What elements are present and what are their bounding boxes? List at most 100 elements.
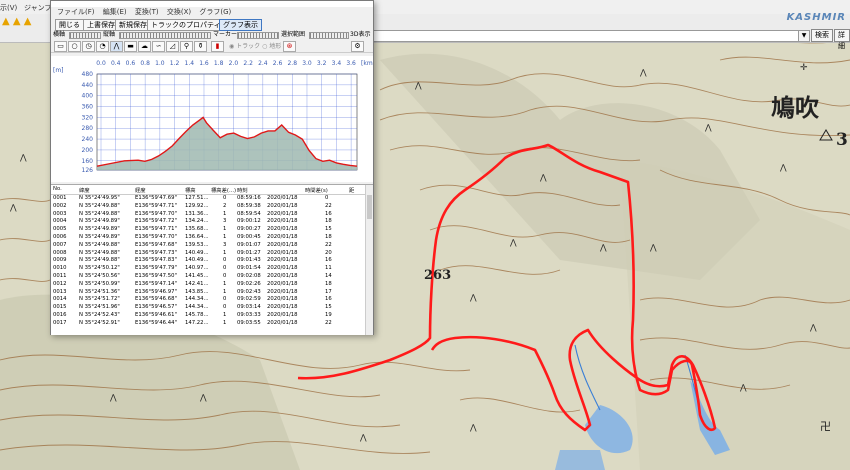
table-row[interactable]: 0001 N 35°24'49.95" E136°59'47.69" 127.51..… (51, 195, 373, 203)
x-tick-label: 2.8 (287, 60, 297, 67)
settings-icon[interactable]: ⚙ (351, 41, 364, 52)
column-header[interactable]: 時間差(s) (305, 186, 328, 194)
table-cell: E136°59'46.57" (135, 304, 177, 311)
table-cell: 22 (325, 319, 332, 326)
vertical-axis-slider[interactable] (119, 32, 211, 39)
table-cell: 127.51... (185, 195, 209, 201)
x-tick-label: 0.4 (111, 60, 121, 67)
table-cell: 0011 (53, 272, 67, 279)
radio-track[interactable]: トラック (236, 43, 260, 50)
record-icon[interactable]: ⊛ (283, 41, 296, 52)
table-row[interactable]: 0016 N 35°24'52.43" E136°59'46.61" 145.78..… (51, 312, 373, 320)
search-button[interactable]: 検索 (811, 29, 833, 42)
table-row[interactable]: 0011 N 35°24'50.56" E136°59'47.50" 141.45..… (51, 273, 373, 281)
table-row[interactable]: 0013 N 35°24'51.36" E136°59'46.97" 143.85..… (51, 289, 373, 297)
circle-icon[interactable]: ○ (68, 41, 81, 52)
pin-icon[interactable]: ⚲ (180, 41, 193, 52)
table-cell: E136°59'47.68" (135, 241, 177, 248)
table-cell: 09:01:07 (237, 241, 261, 248)
table-row[interactable]: 0015 N 35°24'51.96" E136°59'46.57" 144.34..… (51, 304, 373, 312)
toolbar-icons[interactable]: ▲ ▲ ▲ (2, 16, 31, 27)
address-input[interactable] (372, 30, 808, 42)
x-tick-label: 3.4 (332, 60, 342, 67)
column-header[interactable]: 時刻 (237, 186, 248, 194)
vertical-axis-label: 縦軸 (103, 31, 116, 38)
table-cell: 18 (325, 233, 332, 240)
column-header[interactable]: 標高 (185, 186, 196, 194)
menu-edit[interactable]: 編集(E) (103, 8, 127, 16)
column-header[interactable]: 距 (349, 186, 354, 194)
table-row[interactable]: 0012 N 35°24'50.99" E136°59'47.14" 142.41..… (51, 281, 373, 289)
y-tick-label: 280 (82, 125, 94, 132)
menu-graph[interactable]: グラフ(G) (199, 8, 231, 16)
table-row[interactable]: 0010 N 35°24'50.12" E136°59'47.79" 140.97..… (51, 265, 373, 273)
track-point-table[interactable]: No. 緯度 経度 標高 標高差(...) 時刻 時間差(s) 距 0001 N 35°24'4… (51, 184, 373, 335)
x-tick-label: 3.2 (317, 60, 327, 67)
pie-icon[interactable]: ◔ (96, 41, 109, 52)
table-cell: 136.64... (185, 233, 209, 240)
svg-text:⋀: ⋀ (359, 433, 367, 442)
svg-text:⋀: ⋀ (779, 163, 787, 172)
table-cell: N 35°24'49.89" (79, 226, 120, 233)
table-cell: N 35°24'49.88" (79, 257, 120, 264)
column-header[interactable]: 標高差(...) (211, 186, 236, 194)
y-tick-label: 440 (82, 82, 94, 89)
table-cell: 0 (223, 257, 227, 264)
cloud-icon[interactable]: ☁ (138, 41, 151, 52)
rect-icon[interactable]: ▭ (54, 41, 67, 52)
horizontal-axis-label: 横軸 (53, 31, 66, 38)
elevation-graph[interactable]: 0.0 0.4 0.6 0.8 1.0 1.2 1.4 1.6 1.8 2.0 2.2 2.4 2.6 2… (51, 56, 375, 182)
table-cell: 1 (223, 319, 227, 326)
table-cell: 142.41... (185, 280, 209, 287)
window-buttons: 開じる 上書保存 新規保存 トラックのプロパティ グラフ表示 (51, 18, 373, 31)
range-label: 選択範囲 (281, 31, 306, 38)
marker-slider[interactable] (237, 32, 279, 39)
table-row[interactable]: 0003 N 35°24'49.88" E136°59'47.70" 131.36..… (51, 211, 373, 219)
wave-icon[interactable]: ∽ (152, 41, 165, 52)
table-cell: 18 (325, 218, 332, 225)
table-cell: E136°59'47.71" (135, 226, 177, 233)
mountain-icon[interactable]: ⋀ (110, 41, 123, 52)
detail-button[interactable]: 詳細 (834, 29, 850, 50)
clock-icon[interactable]: ◷ (82, 41, 95, 52)
table-row[interactable]: 0007 N 35°24'49.88" E136°59'47.68" 139.53..… (51, 242, 373, 250)
menu-file[interactable]: ファイル(F) (57, 8, 95, 16)
table-cell: E136°59'47.14" (135, 280, 177, 287)
table-row[interactable]: 0005 N 35°24'49.89" E136°59'47.71" 135.68..… (51, 226, 373, 234)
slope-icon[interactable]: ◿ (166, 41, 179, 52)
menu-view[interactable]: 示(V) (0, 3, 17, 13)
table-row[interactable]: 0002 N 35°24'49.88" E136°59'47.71" 129.92..… (51, 203, 373, 211)
table-cell: 144.34... (185, 296, 209, 303)
table-cell: 09:01:27 (237, 249, 261, 256)
menu-exchange[interactable]: 交換(X) (167, 8, 191, 16)
column-header[interactable]: 緯度 (79, 186, 90, 194)
table-row[interactable]: 0004 N 35°24'49.89" E136°59'47.72" 134.24..… (51, 218, 373, 226)
scroll-thumb[interactable] (367, 195, 372, 219)
table-scrollbar[interactable] (365, 185, 373, 335)
range-slider[interactable] (309, 32, 349, 39)
table-cell: 2020/01/18 (267, 226, 298, 233)
table-cell: 18 (325, 280, 332, 287)
table-cell: 0002 (53, 202, 67, 209)
horizontal-axis-slider[interactable] (69, 32, 101, 39)
table-row[interactable]: 0009 N 35°24'49.88" E136°59'47.83" 140.49..… (51, 257, 373, 265)
balloon-icon[interactable]: ⚱ (194, 41, 207, 52)
svg-text:卍: 卍 (820, 420, 831, 433)
table-row[interactable]: 0008 N 35°24'49.88" E136°59'47.73" 140.49..… (51, 250, 373, 258)
column-header[interactable]: 経度 (135, 186, 146, 194)
marker-icon[interactable]: ▮ (211, 41, 224, 52)
table-cell: 08:59:16 (237, 195, 261, 201)
column-header[interactable]: No. (53, 186, 62, 192)
table-cell: 2 (223, 202, 227, 209)
radio-terrain[interactable]: 地形 (269, 43, 281, 50)
table-row[interactable]: 0017 N 35°24'52.91" E136°59'46.44" 147.22..… (51, 320, 373, 328)
menu-convert[interactable]: 変換(T) (135, 8, 159, 16)
table-cell: 1 (223, 226, 227, 233)
table-cell: N 35°24'49.88" (79, 210, 120, 217)
address-dropdown[interactable]: ▼ (798, 30, 810, 42)
table-row[interactable]: 0006 N 35°24'49.89" E136°59'47.70" 136.64..… (51, 234, 373, 242)
table-cell: 09:02:43 (237, 288, 261, 295)
bar-icon[interactable]: ▬ (124, 41, 137, 52)
table-row[interactable]: 0014 N 35°24'51.72" E136°59'46.68" 144.34..… (51, 296, 373, 304)
table-cell: E136°59'47.72" (135, 218, 177, 225)
